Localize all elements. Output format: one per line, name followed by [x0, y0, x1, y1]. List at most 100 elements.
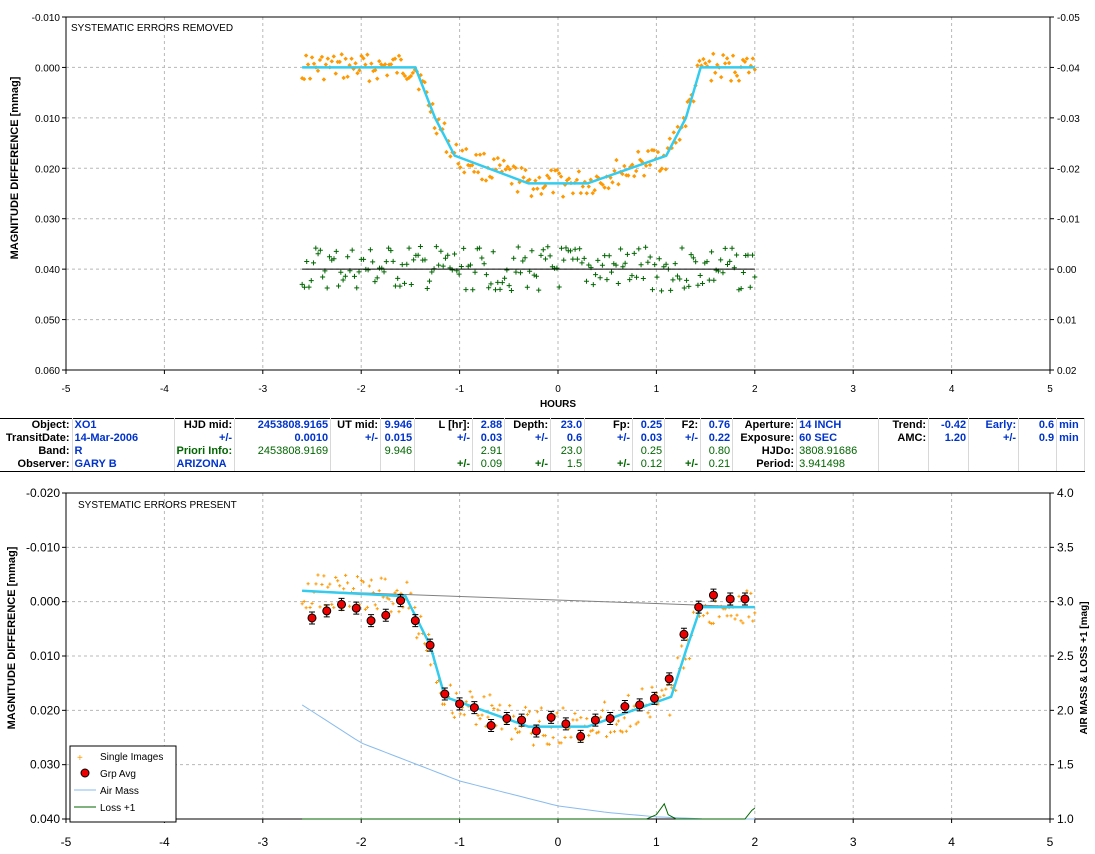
- info-cell: AMC:: [878, 432, 930, 445]
- single-image-point: [316, 573, 320, 577]
- residual-point: [308, 278, 314, 284]
- residual-point: [474, 246, 480, 252]
- residual-point: [740, 269, 746, 275]
- single-image-point: [626, 693, 630, 697]
- single-image-point: [500, 727, 504, 731]
- residual-point: [561, 257, 567, 263]
- residual-point: [556, 284, 562, 290]
- x-tick-label: -2: [356, 835, 367, 849]
- top-y-tick-labels: -0.010 0.000 0.010 0.020 0.030 0.040 0.050 0.06…: [32, 13, 61, 377]
- residual-point: [402, 280, 408, 286]
- residual-point: [536, 287, 542, 293]
- light-curve-point: [537, 175, 542, 180]
- single-image-point: [490, 703, 494, 708]
- light-curve-point: [367, 79, 372, 84]
- light-curve-point: [471, 169, 477, 175]
- grp-avg-point: [502, 713, 512, 723]
- single-image-point: [314, 582, 318, 586]
- legend-marker-single-images: +: [77, 753, 83, 764]
- bottom-y-tick-labels: -0.020 -0.010 0.000 0.010 0.020 0.030 0.040: [26, 486, 60, 826]
- residual-point: [452, 251, 458, 257]
- single-image-point: [664, 687, 668, 691]
- y-right-tick-label: 3.0: [1057, 595, 1074, 609]
- info-cell: 0.09: [472, 458, 506, 472]
- residual-point: [570, 256, 576, 262]
- single-image-point: [336, 579, 340, 583]
- top-y-axis-label: MAGNITUDE DIFFERENCE [mmag]: [9, 76, 21, 259]
- light-curve-point: [375, 76, 380, 81]
- bottom-x-tick-labels: -5 -4 -3 -2 -1 0 1 2 3 4 5: [61, 835, 1054, 849]
- light-curve-point: [454, 142, 459, 147]
- residual-point: [433, 244, 439, 250]
- light-curve-point: [671, 130, 676, 135]
- grp-avg-point: [351, 603, 361, 613]
- residual-point: [395, 275, 401, 281]
- grp-avg-point: [694, 602, 704, 612]
- y-right-tick-label: 1.0: [1057, 812, 1074, 826]
- residual-point: [713, 267, 719, 273]
- legend-label-loss: Loss +1: [100, 803, 136, 814]
- residual-point: [486, 285, 492, 291]
- residual-point: [597, 275, 603, 281]
- single-image-point: [516, 730, 520, 734]
- y-tick-label: -0.010: [32, 13, 61, 24]
- light-curve-point: [584, 191, 589, 196]
- light-curve-point: [560, 194, 566, 199]
- y-right-tick-label: -0.02: [1057, 164, 1080, 175]
- residual-point: [326, 254, 332, 260]
- light-curve-point: [473, 152, 479, 158]
- residual-point: [672, 261, 678, 267]
- info-cell: [878, 458, 930, 472]
- info-cell: [1056, 445, 1086, 458]
- residual-point: [652, 262, 658, 268]
- light-curve-point: [645, 148, 651, 154]
- residual-point: [647, 254, 653, 260]
- residual-point: [388, 248, 394, 254]
- residual-point: [436, 262, 442, 268]
- residual-point: [379, 265, 385, 271]
- residual-point: [372, 279, 378, 285]
- light-curve-point: [311, 61, 317, 67]
- y-right-tick-label: 1.5: [1057, 758, 1074, 772]
- light-curve-point: [634, 168, 639, 174]
- grp-avg-point: [561, 719, 571, 729]
- single-image-point: [365, 605, 369, 609]
- residual-point: [483, 272, 489, 278]
- grp-avg-point: [307, 613, 317, 623]
- residual-point: [406, 245, 412, 251]
- single-image-point: [482, 695, 486, 699]
- top-axes: [62, 16, 1054, 374]
- residual-point: [533, 273, 539, 279]
- residual-point: [699, 281, 705, 287]
- residual-point: [568, 248, 574, 254]
- info-cell: Observer:: [0, 458, 73, 472]
- x-tick-label: -4: [159, 835, 170, 849]
- bottom-gridlines: [66, 493, 1050, 819]
- single-image-point: [569, 735, 573, 739]
- residual-point: [354, 285, 360, 291]
- residual-point: [684, 277, 690, 283]
- light-curve-point: [667, 136, 673, 141]
- info-cell: Fp:: [584, 418, 634, 432]
- info-cell: 0.03: [632, 432, 666, 445]
- light-curve-point: [394, 70, 400, 75]
- single-image-point: [486, 715, 490, 719]
- info-cell: 9.946: [380, 445, 416, 458]
- y-right-tick-label: -0.05: [1057, 13, 1080, 24]
- single-image-point: [711, 621, 715, 625]
- residual-point: [706, 277, 712, 283]
- info-cell: [330, 445, 382, 458]
- light-curve-point: [728, 78, 734, 83]
- info-cell: -0.42: [928, 418, 970, 432]
- residual-point: [338, 269, 344, 275]
- residual-point: [627, 277, 633, 283]
- residual-point: [361, 256, 367, 262]
- residual-point: [649, 287, 655, 293]
- x-tick-label: 0: [555, 384, 561, 395]
- bottom-y-axis-label: MAGNITUDE DIFFERENCE [mmag]: [6, 546, 18, 729]
- single-image-point: [454, 691, 458, 695]
- residual-point: [495, 279, 501, 285]
- light-curve-point: [475, 170, 481, 175]
- y-tick-label: 0.030: [30, 758, 60, 772]
- single-image-point: [701, 614, 706, 618]
